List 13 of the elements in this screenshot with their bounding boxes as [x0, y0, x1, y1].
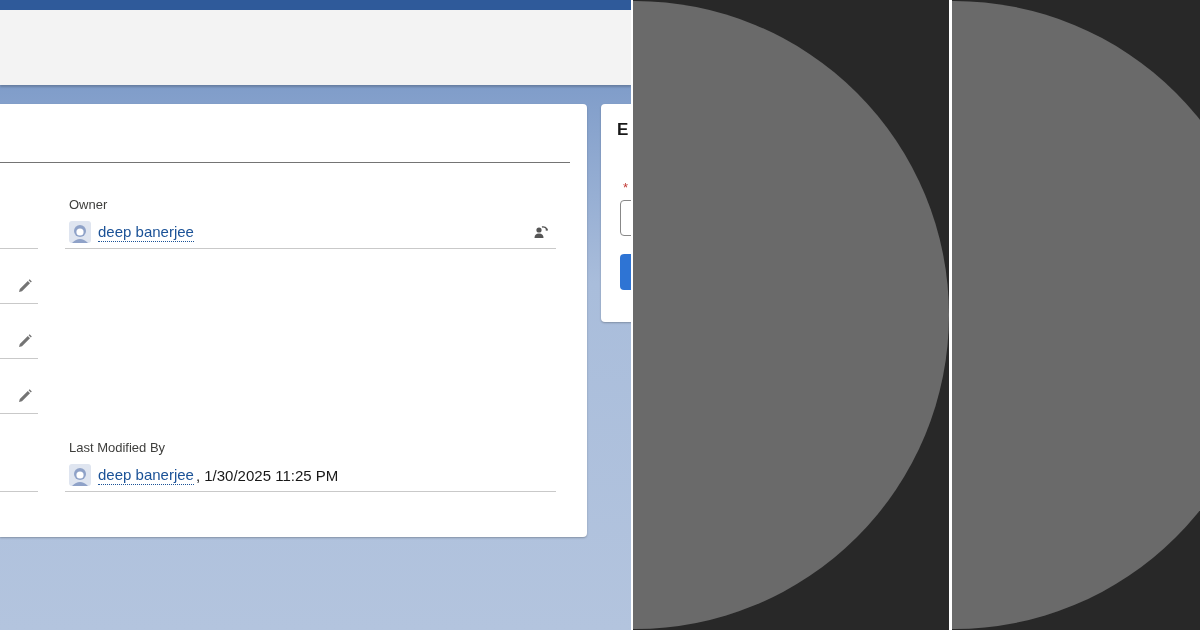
change-owner-icon[interactable] — [534, 225, 548, 239]
modified-date: , 1/30/2025 11:25 PM — [195, 466, 339, 484]
user-link[interactable]: deep banerjee — [98, 465, 194, 485]
panel-title: E — [617, 120, 629, 140]
field-label: Last Modified By — [69, 440, 167, 455]
required-mark: * — [623, 180, 629, 195]
field-label: Owner — [69, 197, 109, 212]
pencil-icon[interactable] — [18, 334, 32, 348]
pencil-icon[interactable] — [18, 389, 32, 403]
avatar-icon — [69, 221, 91, 243]
user-link[interactable]: deep banerjee — [98, 222, 194, 242]
avatar-icon — [69, 464, 91, 486]
pencil-icon[interactable] — [18, 279, 32, 293]
